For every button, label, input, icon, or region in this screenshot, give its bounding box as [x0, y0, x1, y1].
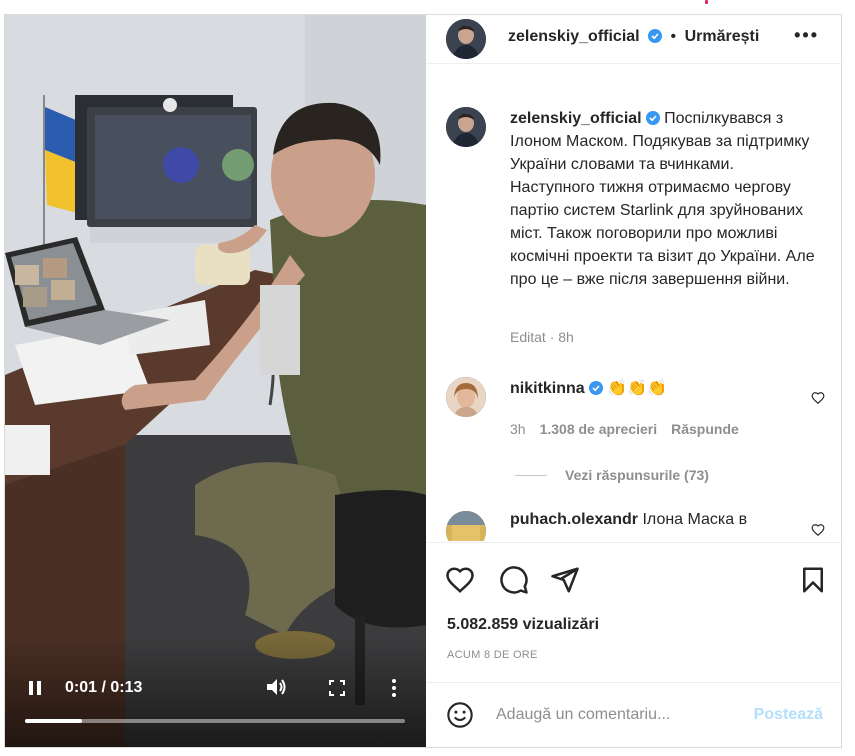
verified-badge-icon — [588, 381, 603, 395]
avatar[interactable] — [446, 19, 486, 59]
video-timecode: 0:01 / 0:13 — [65, 679, 143, 696]
comment-icon[interactable] — [499, 565, 529, 595]
comment-avatar[interactable] — [446, 377, 486, 417]
comment-text: Ілона Маска в — [642, 511, 748, 528]
caption-username[interactable]: zelenskiy_official — [510, 110, 642, 127]
comment-username[interactable]: nikitkinna — [510, 380, 585, 397]
comment-like-heart-icon[interactable] — [811, 391, 825, 405]
bookmark-icon[interactable] — [798, 565, 828, 595]
comment-line: puhach.olexandr Ілона Маска в — [510, 511, 747, 529]
post-dialog: 0:01 / 0:13 zelenskiy_official • Urmăreș… — [4, 14, 842, 748]
video-progress-fill — [25, 719, 82, 723]
header-username[interactable]: zelenskiy_official — [508, 28, 640, 45]
video-frame-scene — [5, 15, 426, 747]
header-separator: • — [670, 28, 677, 45]
browser-top-strip — [0, 0, 855, 14]
post-caption: zelenskiy_official Поспілкувався з Ілоно… — [510, 107, 822, 291]
post-actions-bar — [426, 542, 841, 603]
comment-text: 👏👏👏 — [607, 380, 667, 397]
comment-row-clipped: puhach.olexandr Ілона Маска в — [426, 511, 841, 541]
comment-input[interactable] — [496, 703, 746, 727]
emoji-icon[interactable] — [446, 701, 474, 729]
caption-avatar[interactable] — [446, 107, 486, 147]
view-replies-button[interactable]: Vezi răspunsurile (73) — [515, 467, 709, 483]
share-icon[interactable] — [550, 565, 580, 595]
post-time-ago[interactable]: ACUM 8 DE ORE — [447, 649, 538, 661]
volume-icon[interactable] — [265, 677, 287, 702]
following-button[interactable]: Urmărești — [685, 28, 760, 45]
replies-divider-line — [515, 474, 547, 476]
notification-dot — [705, 0, 708, 4]
comment-meta: 3h 1.308 de aprecieri Răspunde — [510, 421, 739, 437]
post-header: zelenskiy_official • Urmărești ••• — [426, 15, 841, 64]
caption-text: Поспілкувався з Ілоном Маском. Подякував… — [510, 110, 815, 288]
caption-meta: Editat · 8h — [510, 329, 574, 345]
post-button[interactable]: Postează — [754, 706, 823, 724]
view-count[interactable]: 5.082.859 vizualizări — [447, 616, 599, 634]
comment-like-heart-icon[interactable] — [811, 523, 825, 537]
video-progress-bar[interactable] — [25, 719, 405, 723]
comment-line: nikitkinna 👏👏👏 — [510, 378, 667, 398]
comment-age[interactable]: 3h — [510, 421, 526, 437]
add-comment-bar: Postează — [426, 682, 841, 747]
caption-age[interactable]: 8h — [558, 329, 574, 345]
verified-badge-icon — [645, 111, 660, 125]
heart-icon[interactable] — [445, 565, 475, 595]
verified-badge-icon — [648, 29, 663, 43]
more-vert-icon[interactable] — [391, 678, 397, 703]
comment-likes[interactable]: 1.308 de aprecieri — [540, 421, 658, 437]
pause-icon[interactable] — [27, 679, 43, 702]
post-side-panel: zelenskiy_official • Urmărești ••• zelen… — [426, 15, 841, 747]
more-options-icon[interactable]: ••• — [794, 25, 819, 46]
reply-button[interactable]: Răspunde — [671, 421, 739, 437]
header-user-line: zelenskiy_official • Urmărești — [508, 28, 759, 46]
meta-dot: · — [549, 329, 555, 345]
view-replies-label: Vezi răspunsurile (73) — [565, 467, 709, 483]
comment-username[interactable]: puhach.olexandr — [510, 511, 638, 528]
edited-label: Editat — [510, 329, 546, 345]
comment-avatar[interactable] — [446, 511, 486, 541]
fullscreen-icon[interactable] — [328, 679, 346, 702]
video-player[interactable]: 0:01 / 0:13 — [5, 15, 426, 747]
